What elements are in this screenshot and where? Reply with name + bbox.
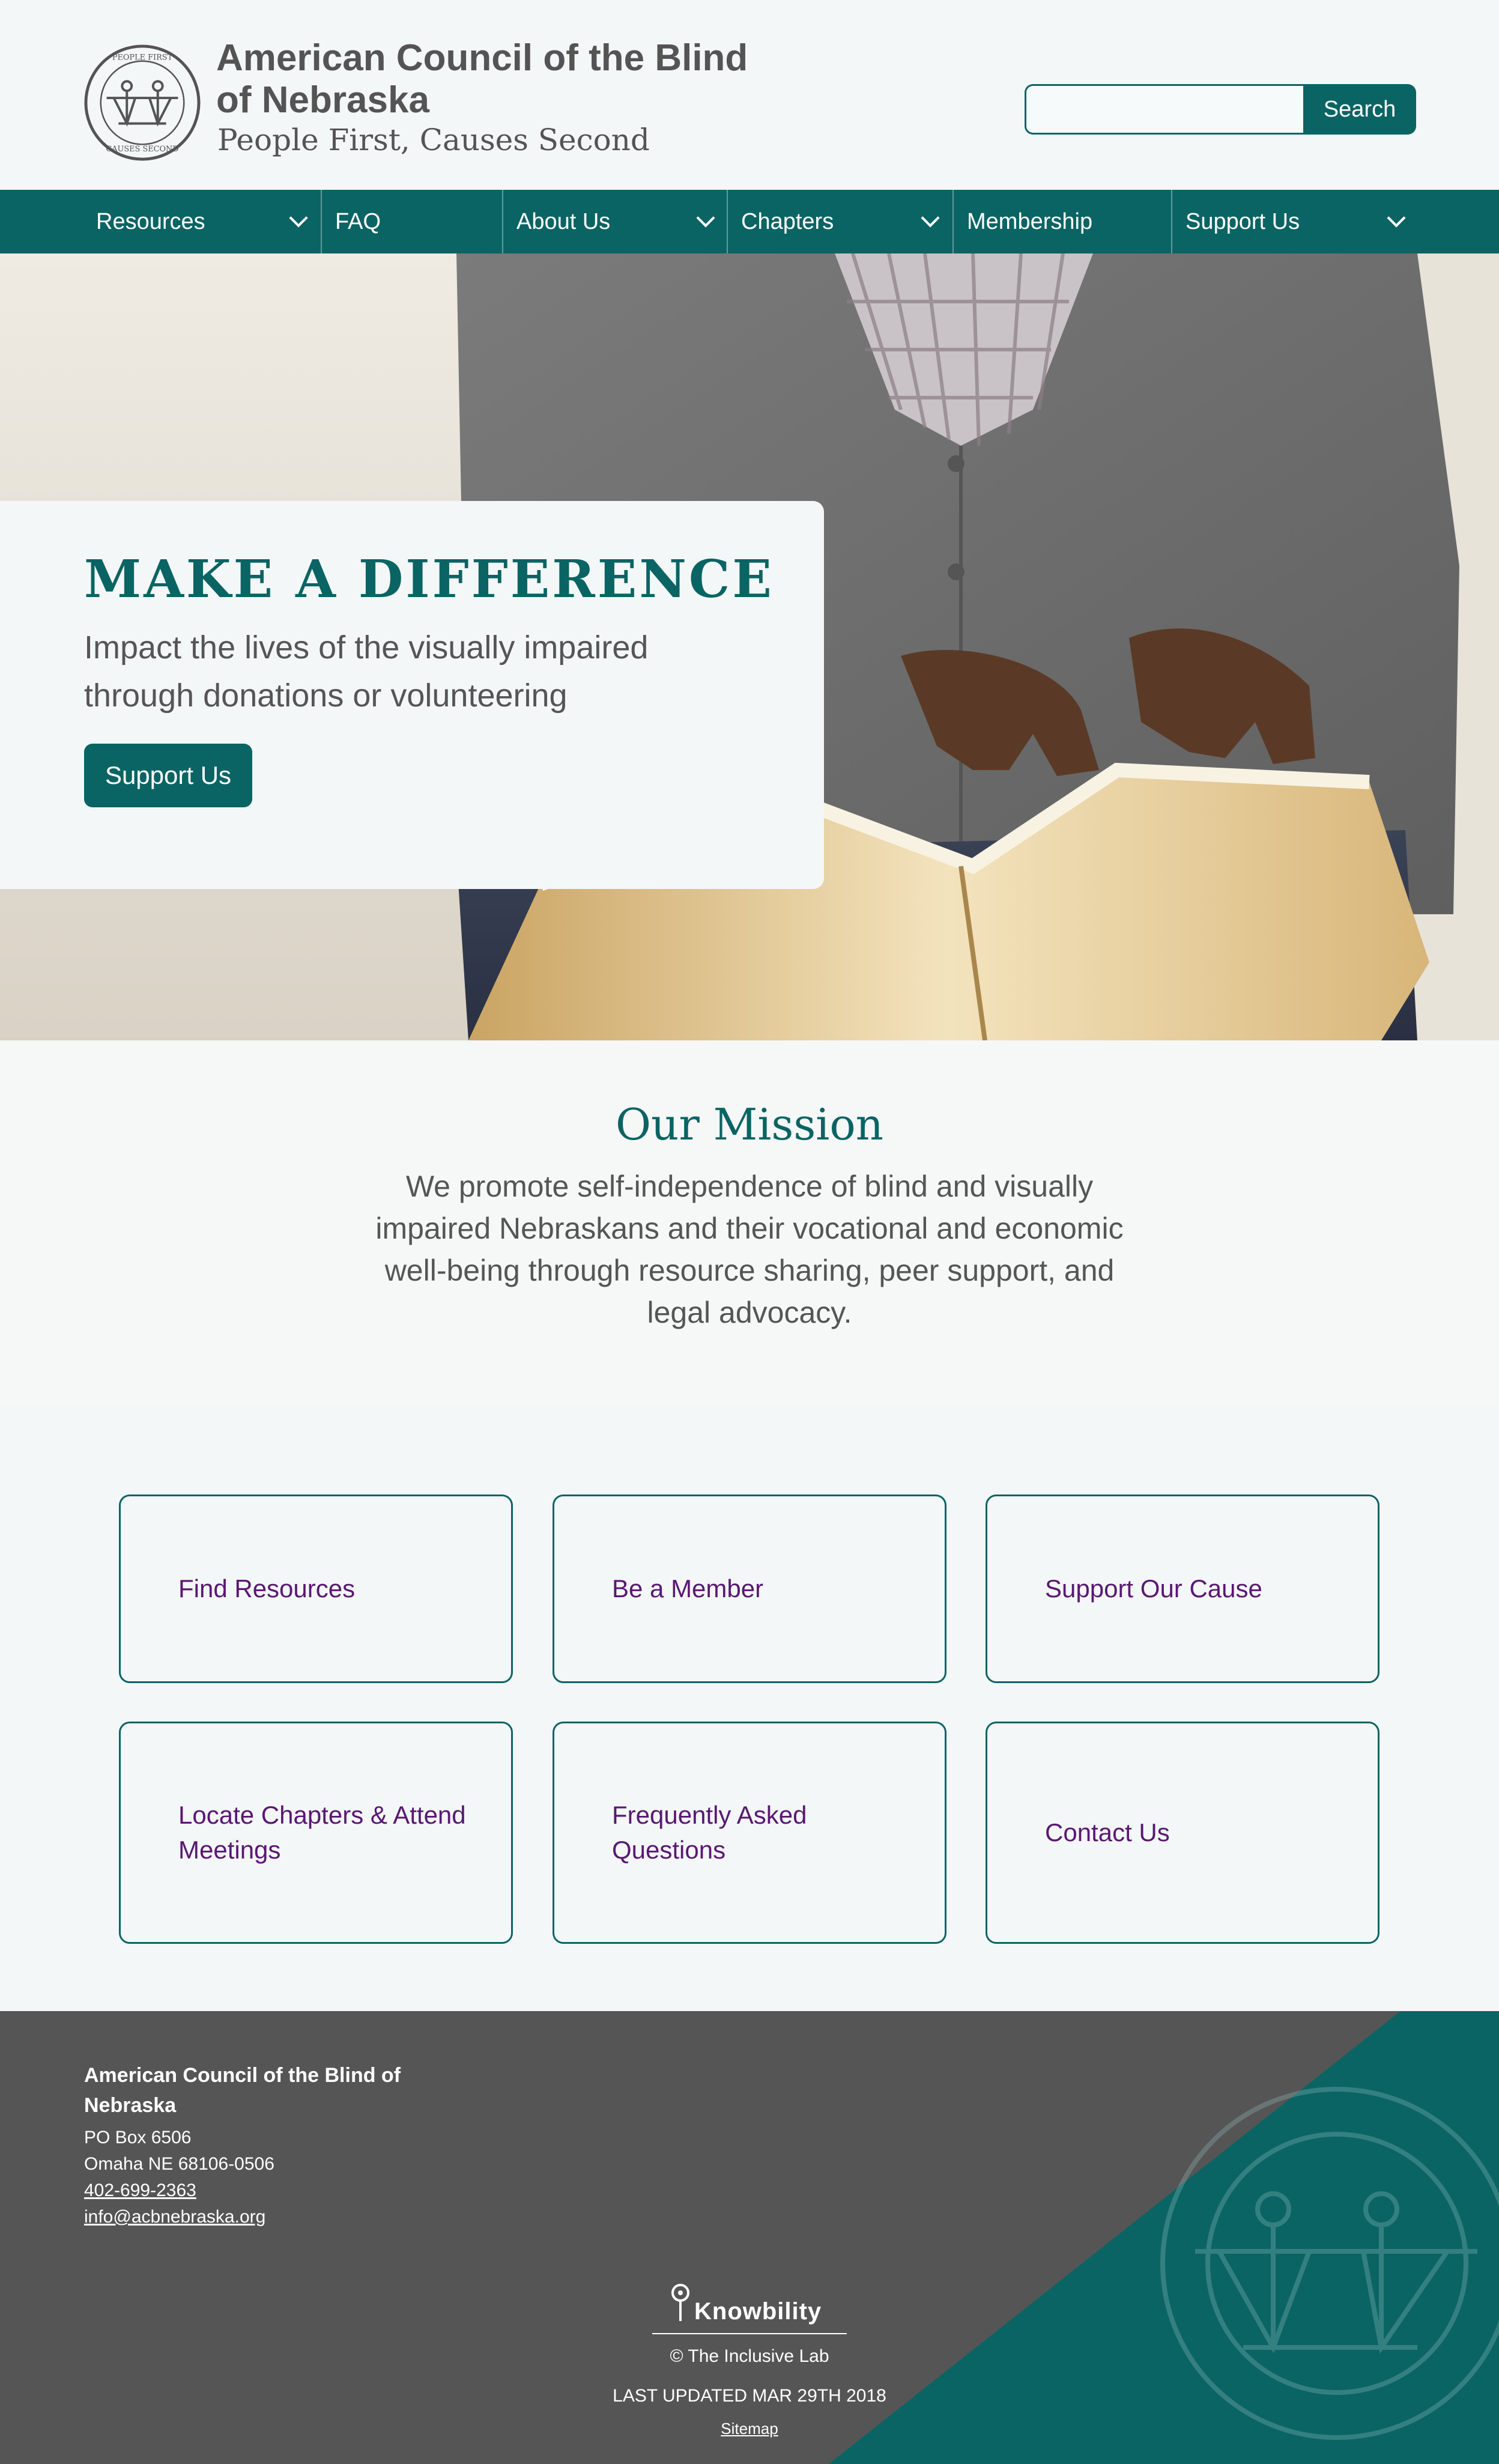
- org-name[interactable]: American Council of the Blind of Nebrask…: [216, 37, 757, 121]
- footer-po-box: PO Box 6506: [84, 2128, 192, 2147]
- chevron-down-icon: [921, 208, 940, 228]
- mission-text: We promote self-independence of blind an…: [375, 1170, 1124, 1329]
- search-button[interactable]: Search: [1303, 84, 1416, 135]
- card-faq[interactable]: Frequently Asked Questions: [553, 1722, 946, 1944]
- footer-sitemap-link[interactable]: Sitemap: [0, 2420, 1499, 2438]
- nav-label: Membership: [967, 208, 1093, 234]
- nav-chapters[interactable]: Chapters: [727, 190, 951, 253]
- card-label: Contact Us: [1045, 1818, 1170, 1846]
- card-label: Locate Chapters & Attend Meetings: [178, 1801, 466, 1864]
- nav-membership[interactable]: Membership: [952, 190, 1171, 253]
- acb-logo-icon[interactable]: PEOPLE FIRST CAUSES SECOND: [83, 43, 202, 162]
- nav-label: Chapters: [741, 208, 834, 234]
- nav-label: FAQ: [335, 208, 381, 234]
- chevron-down-icon: [1387, 208, 1406, 228]
- card-label: Support Our Cause: [1045, 1574, 1262, 1603]
- footer-org-name: American Council of the Blind of Nebrask…: [84, 2064, 401, 2117]
- knowbility-name: Knowbility: [694, 2298, 822, 2325]
- nav-label: About Us: [516, 208, 611, 234]
- knowbility-key-icon: [671, 2284, 689, 2321]
- footer-copyright: © The Inclusive Lab: [670, 2346, 829, 2366]
- nav-about-us[interactable]: About Us: [502, 190, 727, 253]
- nav-resources[interactable]: Resources: [83, 190, 319, 253]
- svg-text:PEOPLE FIRST: PEOPLE FIRST: [112, 53, 173, 62]
- mission-title: Our Mission: [615, 1099, 884, 1150]
- footer-phone-link[interactable]: 402-699-2363: [84, 2180, 196, 2201]
- nav-label: Resources: [96, 208, 205, 234]
- card-label: Find Resources: [178, 1574, 356, 1603]
- card-find-resources[interactable]: Find Resources: [119, 1494, 513, 1683]
- card-support-our-cause[interactable]: Support Our Cause: [986, 1494, 1379, 1683]
- main-nav: Resources FAQ About Us Chapters Membersh…: [0, 190, 1499, 253]
- site-header: PEOPLE FIRST CAUSES SECOND American Coun…: [0, 0, 1499, 190]
- footer-last-updated: LAST UPDATED MAR 29TH 2018: [613, 2386, 886, 2406]
- hero-heading: MAKE A DIFFERENCE: [84, 549, 774, 610]
- footer-city: Omaha NE 68106-0506: [84, 2154, 274, 2174]
- chevron-down-icon: [696, 208, 715, 228]
- support-us-button[interactable]: Support Us: [84, 744, 252, 807]
- card-contact-us[interactable]: Contact Us: [986, 1722, 1379, 1944]
- nav-support-us[interactable]: Support Us: [1171, 190, 1417, 253]
- sitemap-label: Sitemap: [721, 2420, 778, 2438]
- card-label: Frequently Asked Questions: [612, 1801, 807, 1864]
- tagline: People First, Causes Second: [217, 123, 650, 157]
- card-be-a-member[interactable]: Be a Member: [553, 1494, 946, 1683]
- footer-email-link[interactable]: info@acbnebraska.org: [84, 2207, 265, 2227]
- chevron-down-icon: [289, 208, 308, 228]
- card-locate-chapters[interactable]: Locate Chapters & Attend Meetings: [119, 1722, 513, 1944]
- nav-label: Support Us: [1186, 208, 1300, 234]
- hero-subtext: Impact the lives of the visually impaire…: [84, 630, 649, 714]
- svg-text:CAUSES SECOND: CAUSES SECOND: [106, 145, 178, 154]
- card-label: Be a Member: [612, 1574, 764, 1603]
- nav-faq[interactable]: FAQ: [321, 190, 502, 253]
- search-input[interactable]: [1025, 84, 1304, 135]
